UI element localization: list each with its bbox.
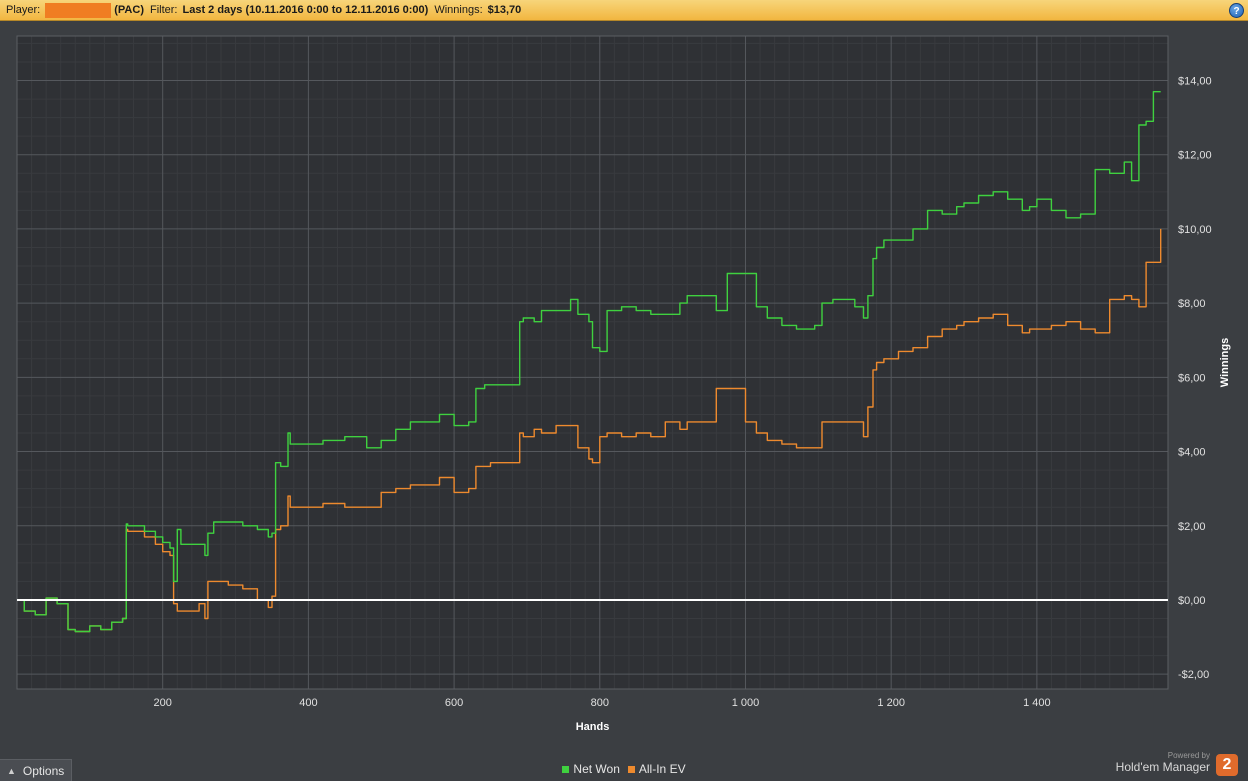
legend-item-all-in-ev[interactable]: All-In EV	[627, 762, 686, 776]
legend-swatch-net-won	[562, 765, 570, 773]
y-axis-title: Winnings	[1219, 338, 1231, 387]
x-axis-title: Hands	[576, 721, 610, 733]
y-tick-label: $14,00	[1178, 76, 1212, 88]
y-tick-label: $4,00	[1178, 447, 1206, 459]
hm2-logo-icon: 2	[1216, 754, 1238, 776]
powered-by-text: Powered by	[1167, 751, 1210, 760]
x-tick-label: 200	[154, 697, 172, 709]
legend-label-net-won: Net Won	[573, 762, 620, 776]
x-tick-label: 1 000	[732, 697, 760, 709]
holdem-manager-brand: Powered by Hold'em Manager 2	[1108, 751, 1238, 779]
legend-item-net-won[interactable]: Net Won	[562, 762, 620, 776]
legend-label-all-in-ev: All-In EV	[638, 762, 686, 776]
winnings-chart: 200 400 600 800 1 000 1 200 1 400 -$2,00 $0,00 $2…	[16, 35, 1231, 733]
y-tick-label: -$2,00	[1178, 669, 1209, 681]
brand-name: Hold'em Manager	[1115, 760, 1210, 774]
legend-swatch-all-in-ev	[627, 765, 635, 773]
y-tick-label: $10,00	[1178, 224, 1212, 236]
y-tick-label: $0,00	[1178, 595, 1206, 607]
x-tick-label: 400	[299, 697, 317, 709]
plot-area	[17, 36, 1168, 689]
y-tick-label: $12,00	[1178, 150, 1212, 162]
y-tick-label: $8,00	[1178, 298, 1206, 310]
x-tick-label: 800	[591, 697, 609, 709]
x-tick-label: 600	[445, 697, 463, 709]
y-tick-label: $2,00	[1178, 521, 1206, 533]
chart-legend: Net Won All-In EV	[0, 761, 1248, 777]
x-tick-label: 1 200	[877, 697, 905, 709]
y-tick-label: $6,00	[1178, 372, 1206, 384]
x-tick-label: 1 400	[1023, 697, 1051, 709]
